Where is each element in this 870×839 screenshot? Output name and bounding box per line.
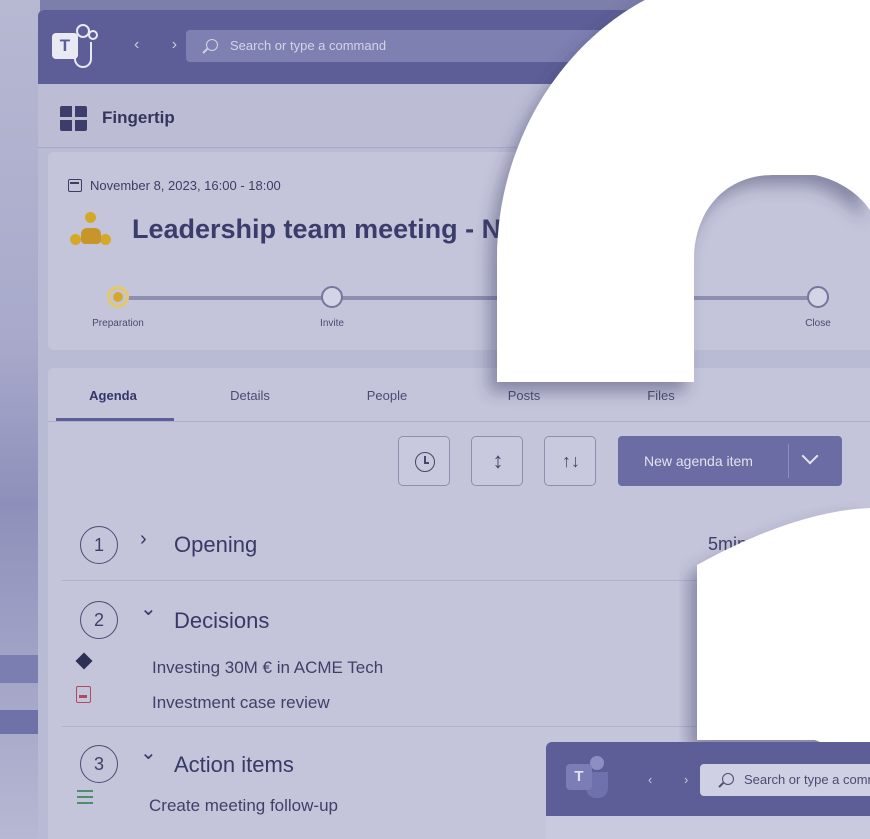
search-input[interactable]: Search or type a command xyxy=(186,30,706,62)
team-people-icon xyxy=(70,212,112,248)
tab-people[interactable]: People xyxy=(327,388,447,403)
step-preparation[interactable]: Preparation xyxy=(88,282,148,329)
agenda-number: 1 xyxy=(80,526,118,564)
step-close[interactable]: Close xyxy=(788,282,848,329)
teams-logo-icon[interactable]: T xyxy=(566,756,614,802)
agenda-number: 3 xyxy=(80,745,118,783)
meeting-header-card: November 8, 2023, 16:00 - 18:00 Leadersh… xyxy=(48,152,870,350)
chevron-down-icon[interactable]: ⌄ xyxy=(140,596,157,621)
app-title: Fingertip xyxy=(102,108,175,127)
step-invite[interactable]: Invite xyxy=(302,282,362,329)
title-bar: T ‹ › Search or type a command xyxy=(38,10,870,84)
search-icon xyxy=(206,39,218,51)
tab-files[interactable]: Files xyxy=(601,388,721,403)
sort-button[interactable]: ↑↓ xyxy=(544,436,596,486)
meeting-date: November 8, 2023, 16:00 - 18:00 xyxy=(68,178,281,193)
tab-bar: Agenda Details People Posts Files xyxy=(48,368,870,422)
tab-details[interactable]: Details xyxy=(190,388,310,403)
agenda-item-title[interactable]: Decisions xyxy=(174,608,269,634)
mini-teams-window: T ‹ › Search or type a command xyxy=(546,742,870,839)
checklist-icon xyxy=(77,790,93,804)
teams-logo-icon[interactable]: T xyxy=(52,24,100,70)
tab-agenda[interactable]: Agenda xyxy=(53,388,173,403)
agenda-subitem[interactable]: Create meeting follow-up xyxy=(149,796,338,816)
new-agenda-item-button[interactable]: New agenda item xyxy=(618,436,842,486)
expand-collapse-icon: ↕ xyxy=(492,448,504,473)
mini-app-header xyxy=(546,816,870,839)
clock-icon xyxy=(415,452,435,472)
background-band xyxy=(0,655,40,683)
fingertip-logo-icon xyxy=(60,106,88,132)
nav-back-forward[interactable]: ‹ › xyxy=(134,36,191,54)
agenda-number: 2 xyxy=(80,601,118,639)
sort-icon: ↑↓ xyxy=(562,451,580,471)
progress-line xyxy=(110,296,820,300)
expand-collapse-button[interactable]: ↕ xyxy=(471,436,523,486)
background-desktop xyxy=(0,0,40,839)
time-button[interactable] xyxy=(398,436,450,486)
clock-icon xyxy=(766,537,784,555)
meeting-title: Leadership team meeting - N xyxy=(132,214,502,244)
meeting-progress-stepper: Preparation Invite Close xyxy=(48,282,870,342)
app-header: Fingertip xyxy=(38,84,870,148)
agenda-item-title[interactable]: Opening xyxy=(174,532,257,558)
active-tab-indicator xyxy=(56,418,174,421)
tab-posts[interactable]: Posts xyxy=(464,388,584,403)
avatar[interactable] xyxy=(828,528,856,556)
calendar-icon xyxy=(68,179,82,192)
chevron-down-icon[interactable]: ⌄ xyxy=(140,740,157,765)
new-agenda-item-label: New agenda item xyxy=(644,453,753,469)
search-placeholder: Search or type a command xyxy=(744,772,870,787)
agenda-subitem[interactable]: Investing 30M € in ACME Tech xyxy=(152,658,383,678)
chevron-right-icon[interactable]: › xyxy=(140,528,147,551)
pdf-file-icon xyxy=(76,686,91,703)
nav-back-forward[interactable]: ‹ › xyxy=(648,772,702,787)
search-placeholder: Search or type a command xyxy=(230,38,387,53)
teams-logo-letter: T xyxy=(566,764,592,790)
search-icon xyxy=(722,773,734,785)
teams-window: T ‹ › Search or type a command Fingertip… xyxy=(38,10,870,839)
agenda-duration: 5min xyxy=(708,534,748,554)
chevron-down-icon[interactable] xyxy=(801,447,819,465)
background-band xyxy=(0,710,40,734)
agenda-subitem[interactable]: Investment case review xyxy=(152,693,330,713)
search-input[interactable]: Search or type a command xyxy=(700,764,870,796)
agenda-item-title[interactable]: Action items xyxy=(174,752,294,778)
